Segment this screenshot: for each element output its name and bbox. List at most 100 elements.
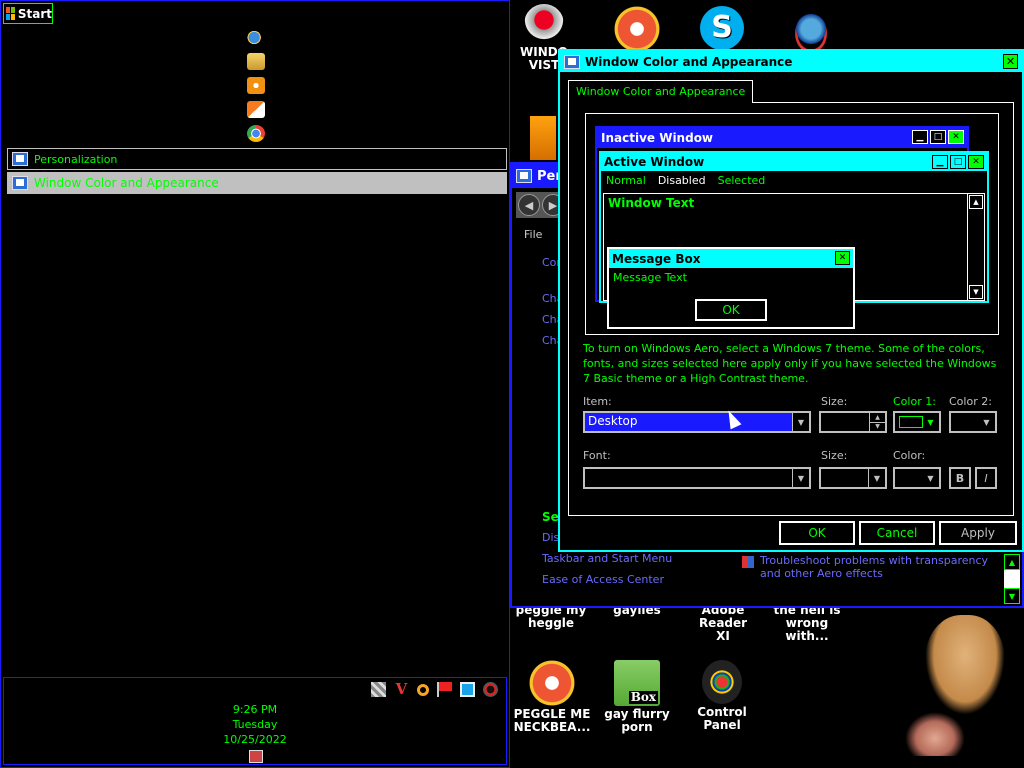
cancel-button[interactable]: Cancel	[859, 521, 935, 545]
speaker-icon[interactable]	[483, 682, 498, 697]
orange-app-icon	[530, 116, 556, 160]
color1-swatch	[899, 416, 923, 428]
chrome-icon[interactable]	[247, 125, 265, 142]
desktop-icon-box[interactable]: Box gay flurry porn	[594, 660, 680, 734]
desktop-icon-label: XI	[716, 629, 730, 643]
media-player-icon[interactable]	[247, 77, 265, 94]
chevron-down-icon[interactable]: ▼	[792, 413, 809, 431]
desktop-icon-control-panel[interactable]: Control Panel	[680, 660, 764, 732]
window-color-icon	[12, 176, 28, 190]
preview-scrollbar[interactable]: ▲ ▼	[967, 194, 984, 300]
scroll-track[interactable]	[1004, 570, 1020, 588]
flag-icon[interactable]	[437, 682, 452, 697]
spin-down-icon[interactable]: ▼	[870, 423, 885, 432]
vertical-scrollbar[interactable]: ▲ ▼	[1004, 554, 1020, 604]
preview-message-box[interactable]: Message Box ✕ Message Text OK	[607, 247, 855, 329]
close-button[interactable]: ✕	[1003, 54, 1018, 69]
result-label: Personalization	[34, 152, 118, 166]
chevron-down-icon[interactable]: ▼	[978, 413, 995, 431]
color1-picker[interactable]: ▼	[893, 411, 941, 433]
peggle-icon	[529, 660, 575, 706]
windows-logo-icon	[6, 7, 15, 20]
start-result-personalization[interactable]: Personalization	[7, 148, 507, 170]
folder-icon[interactable]	[247, 53, 265, 70]
notification-area: V 9:26 PM Tuesday 10/25/2022	[3, 677, 507, 765]
font-size-dropdown[interactable]: ▼	[819, 467, 887, 489]
clock-date: 10/25/2022	[223, 733, 287, 746]
magnifier-icon[interactable]	[417, 683, 429, 696]
dialog-title-bar[interactable]: Window Color and Appearance ✕	[560, 51, 1022, 72]
window-color-appearance-dialog: Window Color and Appearance ✕ Window Col…	[558, 49, 1024, 552]
italic-button[interactable]: I	[975, 467, 997, 489]
apply-button[interactable]: Apply	[939, 521, 1017, 545]
preview-menu-disabled[interactable]: Disabled	[658, 174, 706, 187]
desktop-icon-skype[interactable]: S	[697, 6, 747, 52]
close-icon: ✕	[948, 130, 964, 144]
back-button[interactable]: ◀	[518, 194, 540, 216]
font-color-picker[interactable]: ▼	[893, 467, 941, 489]
personalization-icon	[12, 152, 28, 166]
chevron-down-icon[interactable]: ▼	[792, 469, 809, 487]
item-size-stepper[interactable]: ▲ ▼	[819, 411, 887, 433]
clock-time: 9:26 PM	[232, 703, 278, 716]
preview-menu-selected[interactable]: Selected	[718, 174, 766, 187]
menu-file[interactable]: File	[524, 228, 542, 241]
chevron-down-icon[interactable]: ▼	[922, 469, 939, 487]
desktop-icon-label: Control Panel	[697, 705, 747, 732]
item-label: Item:	[583, 395, 612, 408]
minimize-icon: ▁	[932, 155, 948, 169]
paint-icon[interactable]	[247, 101, 265, 118]
skype-icon: S	[700, 6, 744, 50]
start-menu-panel: Start Personalization Window Color and A…	[0, 0, 510, 768]
taskbar-link[interactable]: Taskbar and Start Menu	[542, 552, 672, 565]
desktop-icon-peggle-top[interactable]	[612, 6, 662, 54]
preview-active-title-bar[interactable]: Active Window ▁ □ ✕	[601, 153, 987, 171]
maximize-icon: □	[930, 130, 946, 144]
troubleshoot-text: Troubleshoot problems with transparency …	[760, 554, 989, 580]
scroll-down-button[interactable]: ▼	[1004, 588, 1020, 604]
size-label: Size:	[821, 395, 848, 408]
desktop-icon-adobe-reader[interactable]: Adobe Reader XI	[678, 604, 768, 643]
desktop-icon-the-hell-is[interactable]: the hell is wrong with...	[764, 604, 850, 643]
action-center-icon[interactable]	[249, 750, 263, 763]
desktop-icon-peggle-me[interactable]: PEGGLE ME NECKBEA...	[512, 660, 592, 734]
color2-picker[interactable]: ▼	[949, 411, 997, 433]
chevron-down-icon[interactable]: ▼	[868, 469, 885, 487]
shield-icon	[742, 556, 754, 568]
chip-icon[interactable]	[371, 682, 386, 697]
font-dropdown[interactable]: ▼	[583, 467, 811, 489]
item-dropdown[interactable]: Desktop ▼	[583, 411, 811, 433]
desktop-icon-globe[interactable]	[783, 6, 839, 54]
preview-menu-bar: Normal Disabled Selected	[601, 171, 987, 190]
window-color-icon	[564, 54, 580, 69]
clock[interactable]: 9:26 PM Tuesday 10/25/2022	[4, 702, 506, 747]
font-label: Font:	[583, 449, 611, 462]
close-icon: ✕	[968, 155, 984, 169]
internet-explorer-icon[interactable]	[247, 29, 265, 46]
spin-up-icon[interactable]: ▲	[870, 413, 885, 423]
item-value: Desktop	[588, 414, 638, 428]
monitor-icon[interactable]	[460, 682, 475, 697]
aero-info-text: To turn on Windows Aero, select a Window…	[583, 342, 997, 385]
preview-inactive-title-bar[interactable]: Inactive Window ▁ □ ✕	[597, 128, 967, 148]
result-label: Window Color and Appearance	[34, 176, 219, 190]
preview-menu-normal[interactable]: Normal	[606, 174, 646, 187]
bold-button[interactable]: B	[949, 467, 971, 489]
preview-ok-button[interactable]: OK	[695, 299, 767, 321]
tab-window-color[interactable]: Window Color and Appearance	[568, 80, 754, 103]
scroll-up-button[interactable]: ▲	[1004, 554, 1020, 570]
ease-of-access-link[interactable]: Ease of Access Center	[542, 573, 664, 586]
v-icon[interactable]: V	[394, 682, 409, 697]
desktop-icon-partial[interactable]	[530, 116, 558, 160]
chevron-down-icon[interactable]: ▼	[922, 413, 939, 431]
start-button[interactable]: Start	[3, 3, 53, 24]
peggle-icon	[614, 6, 660, 52]
size-spinner[interactable]: ▲ ▼	[869, 413, 885, 431]
start-result-window-color[interactable]: Window Color and Appearance	[7, 172, 507, 194]
desktop-icon-label: NECKBEA...	[513, 720, 591, 734]
ok-button[interactable]: OK	[779, 521, 855, 545]
troubleshoot-link[interactable]: Troubleshoot problems with transparency …	[742, 554, 992, 580]
control-panel-icon	[702, 660, 742, 704]
preview-msgbox-title-bar[interactable]: Message Box ✕	[609, 249, 853, 268]
desktop-icon-label: gay flurry porn	[604, 707, 670, 734]
